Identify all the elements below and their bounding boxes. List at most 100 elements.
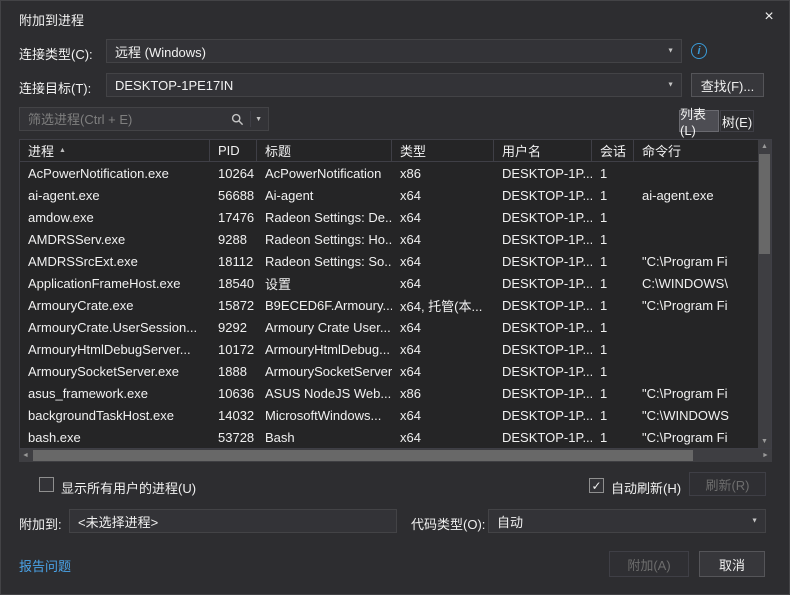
close-icon: × <box>764 8 773 26</box>
table-cell: DESKTOP-1P... <box>494 184 592 206</box>
attach-to-process-dialog: 附加到进程 × 连接类型(C): 远程 (Windows) ▼ i 连接目标(T… <box>0 0 790 595</box>
table-row[interactable]: bash.exe53728Bashx64DESKTOP-1P...1"C:\Pr… <box>20 426 758 448</box>
table-cell: Radeon Settings: Ho... <box>257 228 392 250</box>
table-row[interactable]: ArmourySocketServer.exe1888ArmourySocket… <box>20 360 758 382</box>
process-table: 进程▲ PID 标题类型用户名会话命令行 AcPowerNotification.e… <box>19 139 772 449</box>
tree-view-button[interactable]: 树(E) <box>720 110 754 132</box>
search-input[interactable] <box>28 112 229 127</box>
table-cell: 1 <box>592 272 634 294</box>
table-cell: "C:\Program Fi <box>634 426 758 448</box>
process-table-body: AcPowerNotification.exe10264AcPowerNotif… <box>20 162 758 448</box>
dialog-title: 附加到进程 <box>19 10 84 29</box>
table-cell: 1 <box>592 184 634 206</box>
table-cell: 53728 <box>210 426 257 448</box>
scroll-down-icon[interactable]: ▼ <box>758 435 771 448</box>
table-cell <box>634 338 758 360</box>
check-icon: ✓ <box>591 480 601 492</box>
column-header-4[interactable]: 用户名 <box>494 140 592 161</box>
table-row[interactable]: ArmouryCrate.exe15872B9ECED6F.Armoury...… <box>20 294 758 316</box>
table-cell: ArmouryHtmlDebug... <box>257 338 392 360</box>
table-cell: ai-agent.exe <box>634 184 758 206</box>
find-button[interactable]: 查找(F)... <box>691 73 764 97</box>
table-cell: Bash <box>257 426 392 448</box>
table-cell: asus_framework.exe <box>20 382 210 404</box>
table-cell: ArmouryCrate.exe <box>20 294 210 316</box>
info-icon[interactable]: i <box>691 43 707 59</box>
table-row[interactable]: ApplicationFrameHost.exe18540设置x64DESKTO… <box>20 272 758 294</box>
vertical-scrollbar[interactable]: ▲ ▼ <box>758 140 771 448</box>
table-cell: "C:\Program Fi <box>634 250 758 272</box>
scroll-up-icon[interactable]: ▲ <box>758 140 771 153</box>
code-type-combo[interactable]: 自动 ▼ <box>488 509 766 533</box>
table-row[interactable]: backgroundTaskHost.exe14032MicrosoftWind… <box>20 404 758 426</box>
table-row[interactable]: AMDRSSrcExt.exe18112Radeon Settings: So.… <box>20 250 758 272</box>
table-cell: x86 <box>392 382 494 404</box>
show-all-users-checkbox[interactable] <box>39 477 54 492</box>
table-cell: 1888 <box>210 360 257 382</box>
table-cell: x64 <box>392 426 494 448</box>
attach-button[interactable]: 附加(A) <box>609 551 689 577</box>
table-cell: 9288 <box>210 228 257 250</box>
table-cell: 1 <box>592 338 634 360</box>
scroll-left-icon[interactable]: ◄ <box>19 449 32 462</box>
table-cell: 10264 <box>210 162 257 184</box>
table-cell: x64, 托管(本... <box>392 294 494 316</box>
horizontal-scrollbar[interactable]: ◄ ► <box>19 449 772 462</box>
table-cell: MicrosoftWindows... <box>257 404 392 426</box>
table-cell: 18112 <box>210 250 257 272</box>
table-row[interactable]: ai-agent.exe56688Ai-agentx64DESKTOP-1P..… <box>20 184 758 206</box>
table-cell: 1 <box>592 426 634 448</box>
report-problem-link[interactable]: 报告问题 <box>19 556 71 575</box>
table-row[interactable]: ArmouryHtmlDebugServer...10172ArmouryHtm… <box>20 338 758 360</box>
table-row[interactable]: AMDRSServ.exe9288Radeon Settings: Ho...x… <box>20 228 758 250</box>
table-cell: AMDRSServ.exe <box>20 228 210 250</box>
table-row[interactable]: amdow.exe17476Radeon Settings: De...x64D… <box>20 206 758 228</box>
table-cell: 14032 <box>210 404 257 426</box>
auto-refresh-checkbox[interactable]: ✓ <box>589 478 604 493</box>
table-cell: 1 <box>592 206 634 228</box>
table-row[interactable]: AcPowerNotification.exe10264AcPowerNotif… <box>20 162 758 184</box>
vertical-scroll-thumb[interactable] <box>759 154 770 254</box>
table-cell <box>634 316 758 338</box>
column-header-label: PID <box>218 143 240 158</box>
table-cell: ArmourySocketServer.exe <box>20 360 210 382</box>
column-header-3[interactable]: 类型 <box>392 140 494 161</box>
table-cell: 1 <box>592 382 634 404</box>
table-cell: 1 <box>592 404 634 426</box>
horizontal-scroll-thumb[interactable] <box>33 450 693 461</box>
column-header-5[interactable]: 会话 <box>592 140 634 161</box>
table-cell: ArmouryHtmlDebugServer... <box>20 338 210 360</box>
column-header-0[interactable]: 进程▲ <box>20 140 210 161</box>
close-button[interactable]: × <box>759 7 779 27</box>
refresh-button[interactable]: 刷新(R) <box>689 472 766 496</box>
cancel-button[interactable]: 取消 <box>699 551 765 577</box>
connection-type-value: 远程 (Windows) <box>115 42 206 61</box>
column-header-2[interactable]: 标题 <box>257 140 392 161</box>
search-icon[interactable] <box>229 113 246 126</box>
connection-target-combo[interactable]: DESKTOP-1PE17IN ▼ <box>106 73 682 97</box>
table-cell: DESKTOP-1P... <box>494 338 592 360</box>
table-row[interactable]: asus_framework.exe10636ASUS NodeJS Web..… <box>20 382 758 404</box>
chevron-down-icon[interactable]: ▼ <box>255 116 268 123</box>
table-row[interactable]: ArmouryCrate.UserSession...9292Armoury C… <box>20 316 758 338</box>
table-cell: ASUS NodeJS Web... <box>257 382 392 404</box>
column-header-1[interactable]: PID <box>210 140 257 161</box>
table-cell: 1 <box>592 162 634 184</box>
table-cell <box>634 206 758 228</box>
connection-type-combo[interactable]: 远程 (Windows) ▼ <box>106 39 682 63</box>
code-type-label: 代码类型(O): <box>411 514 485 533</box>
column-header-6[interactable]: 命令行 <box>634 140 758 161</box>
attach-to-input[interactable] <box>69 509 397 533</box>
table-cell: x64 <box>392 250 494 272</box>
scroll-right-icon[interactable]: ► <box>759 449 772 462</box>
table-cell: DESKTOP-1P... <box>494 426 592 448</box>
list-view-button[interactable]: 列表(L) <box>679 110 719 132</box>
table-cell: "C:\Program Fi <box>634 294 758 316</box>
table-cell: DESKTOP-1P... <box>494 228 592 250</box>
table-cell: x64 <box>392 206 494 228</box>
process-table-header: 进程▲ PID 标题类型用户名会话命令行 <box>20 140 758 162</box>
table-cell: AMDRSSrcExt.exe <box>20 250 210 272</box>
table-cell: Radeon Settings: So... <box>257 250 392 272</box>
table-cell: 1 <box>592 316 634 338</box>
table-cell: DESKTOP-1P... <box>494 404 592 426</box>
